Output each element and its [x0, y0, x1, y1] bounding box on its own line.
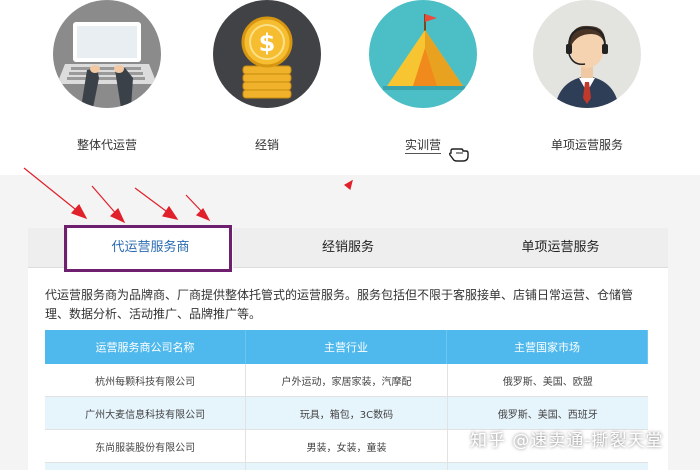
table-header-cell: 运营服务商公司名称 — [45, 330, 246, 364]
table-cell: 东尚服装股份有限公司 — [45, 430, 247, 462]
watermark-text: 知乎 @速卖通-撕裂天堂 — [470, 431, 664, 451]
service-label: 单项运营服务 — [550, 138, 623, 152]
table-cell: 俄罗斯、美国、欧盟 — [502, 376, 593, 388]
gold-coin-icon: $ — [213, 0, 321, 108]
table-cell: 户外运动，家居家装，汽摩配 — [246, 364, 448, 396]
service-icons-row: 整体代运营 $ 经销 实训营 单项运营服务 — [0, 0, 700, 175]
table-cell — [448, 463, 648, 470]
service-full-operation[interactable]: 整体代运营 — [32, 0, 182, 170]
table-cell — [246, 463, 448, 470]
service-label[interactable]: 实训营 — [348, 136, 498, 154]
service-label: 整体代运营 — [76, 138, 137, 152]
laptop-typing-icon — [53, 0, 161, 108]
service-distribution[interactable]: $ 经销 — [192, 0, 342, 170]
tab-description: 代运营服务商为品牌商、厂商提供整体托管式的运营服务。服务包括但不限于客服接单、店… — [45, 288, 634, 321]
hand-pointer-icon — [447, 141, 471, 165]
service-single-operation[interactable]: 单项运营服务 — [512, 0, 662, 170]
service-label: 经销 — [254, 138, 279, 152]
table-cell — [45, 463, 247, 470]
svg-text:$: $ — [259, 29, 276, 57]
table-cell: 杭州每颗科技有限公司 — [45, 364, 247, 396]
customer-service-agent-icon — [533, 0, 641, 108]
table-header-cell: 主营行业 — [246, 330, 447, 364]
tab-distribution[interactable]: 经销服务 — [248, 228, 448, 268]
table-cell: 广州大麦信息科技有限公司 — [45, 397, 247, 429]
tab-single-operation[interactable]: 单项运营服务 — [458, 228, 663, 268]
tab-operation-provider[interactable]: 代运营服务商 — [68, 228, 233, 268]
table-cell: 玩具，箱包，3C数码 — [246, 397, 448, 429]
table-header-row: 运营服务商公司名称 主营行业 主营国家市场 — [45, 330, 648, 364]
table-cell: 男装，女装，童装 — [246, 430, 448, 462]
service-training-camp[interactable]: 实训营 — [348, 0, 498, 170]
table-row — [45, 463, 648, 470]
table-row: 杭州每颗科技有限公司 户外运动，家居家装，汽摩配 俄罗斯、美国、欧盟 — [45, 364, 648, 397]
table-header-cell: 主营国家市场 — [447, 330, 648, 364]
camp-tent-icon — [369, 0, 477, 108]
service-tabs: 代运营服务商 经销服务 单项运营服务 — [28, 228, 668, 268]
table-cell: 俄罗斯、美国、西班牙 — [497, 409, 598, 421]
